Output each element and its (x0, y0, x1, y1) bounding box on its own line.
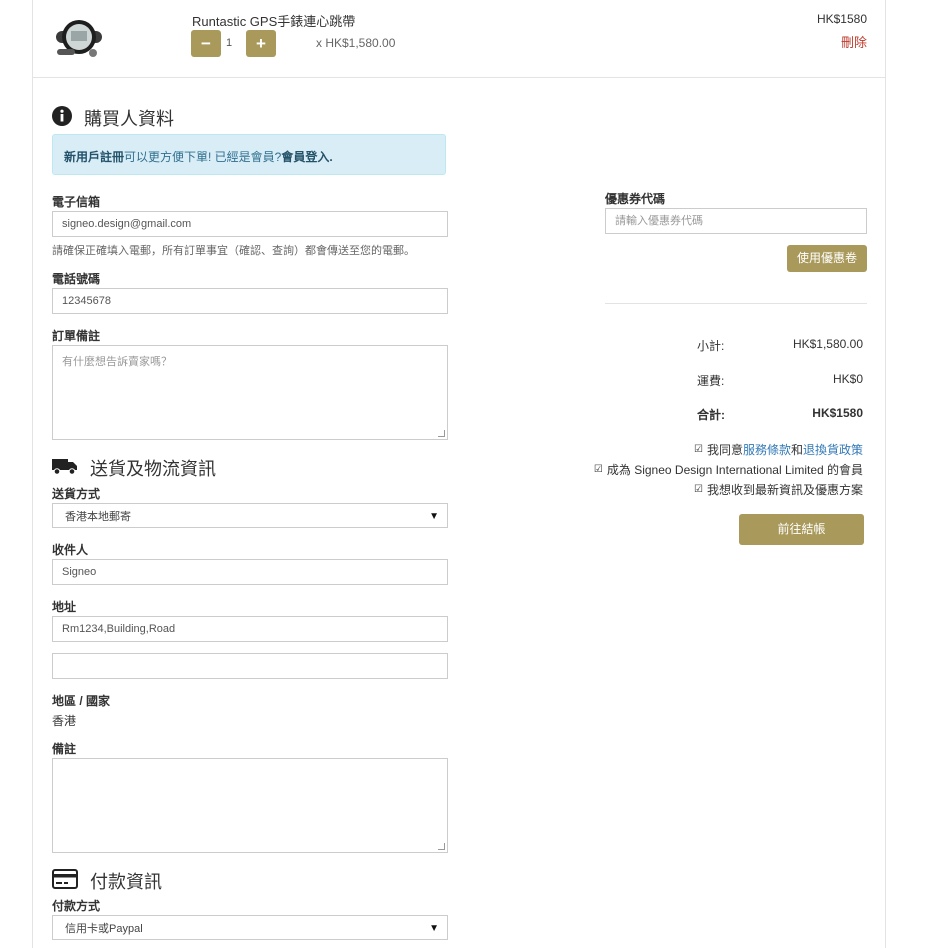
register-notice: 新用戶註冊可以更方便下單! 已經是會員?會員登入. (52, 134, 446, 175)
subtotal-label: 小計: (697, 339, 725, 353)
caret-down-icon: ▼ (429, 923, 439, 934)
recipient-label: 收件人 (52, 543, 89, 557)
divider (605, 303, 867, 304)
order-note-textarea[interactable]: 有什麼想告訴賣家嗎？ (52, 345, 448, 440)
remove-item-link[interactable]: 刪除 (841, 32, 867, 51)
region-label: 地區 / 國家 (52, 694, 111, 708)
total-value: HK$1580 (812, 406, 863, 420)
email-field[interactable]: signeo.design@gmail.com (52, 211, 448, 237)
payment-method-value: 信用卡或Paypal (65, 923, 143, 935)
product-thumbnail[interactable] (51, 9, 107, 65)
phone-field[interactable]: 12345678 (52, 288, 448, 314)
shipping-method-value: 香港本地郵寄 (65, 511, 131, 523)
checkout-frame: Runtastic GPS手錶連心跳帶 − 1 + x HK$1,580.00 … (32, 0, 886, 948)
return-policy-link[interactable]: 退換貨政策 (803, 441, 863, 458)
payment-section-heading: 付款資訊 (52, 868, 162, 894)
shipping-method-label: 送貨方式 (52, 487, 101, 501)
email-label: 電子信箱 (52, 195, 101, 209)
register-link[interactable]: 新用戶註冊 (64, 150, 124, 164)
apply-coupon-button[interactable]: 使用優惠卷 (787, 245, 867, 272)
remarks-textarea[interactable] (52, 758, 448, 853)
truck-icon (52, 456, 78, 481)
payment-method-select[interactable]: 信用卡或Paypal ▼ (52, 915, 448, 940)
credit-card-icon (52, 868, 78, 894)
member-text: 成為 Signeo Design International Limited 的… (606, 463, 863, 477)
caret-down-icon: ▼ (429, 511, 439, 522)
coupon-input[interactable]: 請輸入優惠券代碼 (605, 208, 867, 234)
info-circle-icon (52, 105, 72, 131)
cart-item-row: Runtastic GPS手錶連心跳帶 − 1 + x HK$1,580.00 … (33, 0, 885, 78)
phone-label: 電話號碼 (52, 272, 101, 286)
subtotal-value: HK$1,580.00 (792, 337, 863, 351)
address-label: 地址 (52, 600, 77, 614)
line-total: HK$1580 (816, 12, 867, 26)
order-note-label: 訂單備註 (52, 329, 101, 343)
newsletter-text: 我想收到最新資訊及優惠方案 (706, 483, 863, 497)
shipping-method-select[interactable]: 香港本地郵寄 ▼ (52, 503, 448, 528)
shipping-fee-label: 運費: (697, 374, 725, 388)
address-line2-field[interactable] (52, 653, 448, 679)
product-name[interactable]: Runtastic GPS手錶連心跳帶 (192, 11, 355, 30)
recipient-field[interactable]: Signeo (52, 559, 448, 585)
delivery-heading-text: 送貨及物流資訊 (90, 459, 216, 479)
terms-checkbox-row: ☑ 我同意 服務條款和退換貨政策 (694, 441, 863, 458)
total-label: 合計: (697, 408, 725, 422)
checkbox-checked-icon[interactable]: ☑ (594, 464, 604, 475)
newsletter-checkbox-row: ☑ 我想收到最新資訊及優惠方案 (694, 481, 863, 498)
buyer-heading-text: 購買人資料 (84, 109, 174, 129)
unit-price: x HK$1,580.00 (316, 36, 396, 50)
quantity-increase-button[interactable]: + (246, 30, 276, 57)
terms-and: 和 (790, 443, 803, 457)
terms-link[interactable]: 服務條款 (743, 441, 791, 458)
checkbox-checked-icon[interactable]: ☑ (694, 484, 704, 495)
region-value: 香港 (52, 714, 77, 728)
checkout-button[interactable]: 前往結帳 (739, 514, 864, 545)
notice-text: 可以更方便下單! 已經是會員? (124, 150, 282, 164)
remarks-label: 備註 (52, 742, 77, 756)
quantity-value[interactable]: 1 (226, 37, 232, 49)
shipping-fee-value: HK$0 (832, 372, 863, 386)
delivery-section-heading: 送貨及物流資訊 (52, 455, 216, 481)
payment-heading-text: 付款資訊 (90, 872, 162, 892)
coupon-label: 優惠券代碼 (605, 192, 666, 206)
address-line1-field[interactable]: Rm1234,Building,Road (52, 616, 448, 642)
terms-prefix: 我同意 (706, 443, 743, 457)
checkbox-checked-icon[interactable]: ☑ (694, 444, 704, 455)
login-link[interactable]: 會員登入. (281, 150, 332, 164)
buyer-section-heading: 購買人資料 (52, 105, 174, 131)
payment-method-label: 付款方式 (52, 899, 101, 913)
quantity-decrease-button[interactable]: − (191, 30, 221, 57)
member-checkbox-row: ☑ 成為 Signeo Design International Limited… (594, 461, 863, 478)
email-hint: 請確保正確填入電郵，所有訂單事宜（確認、查詢）都會傳送至您的電郵。 (52, 245, 415, 257)
